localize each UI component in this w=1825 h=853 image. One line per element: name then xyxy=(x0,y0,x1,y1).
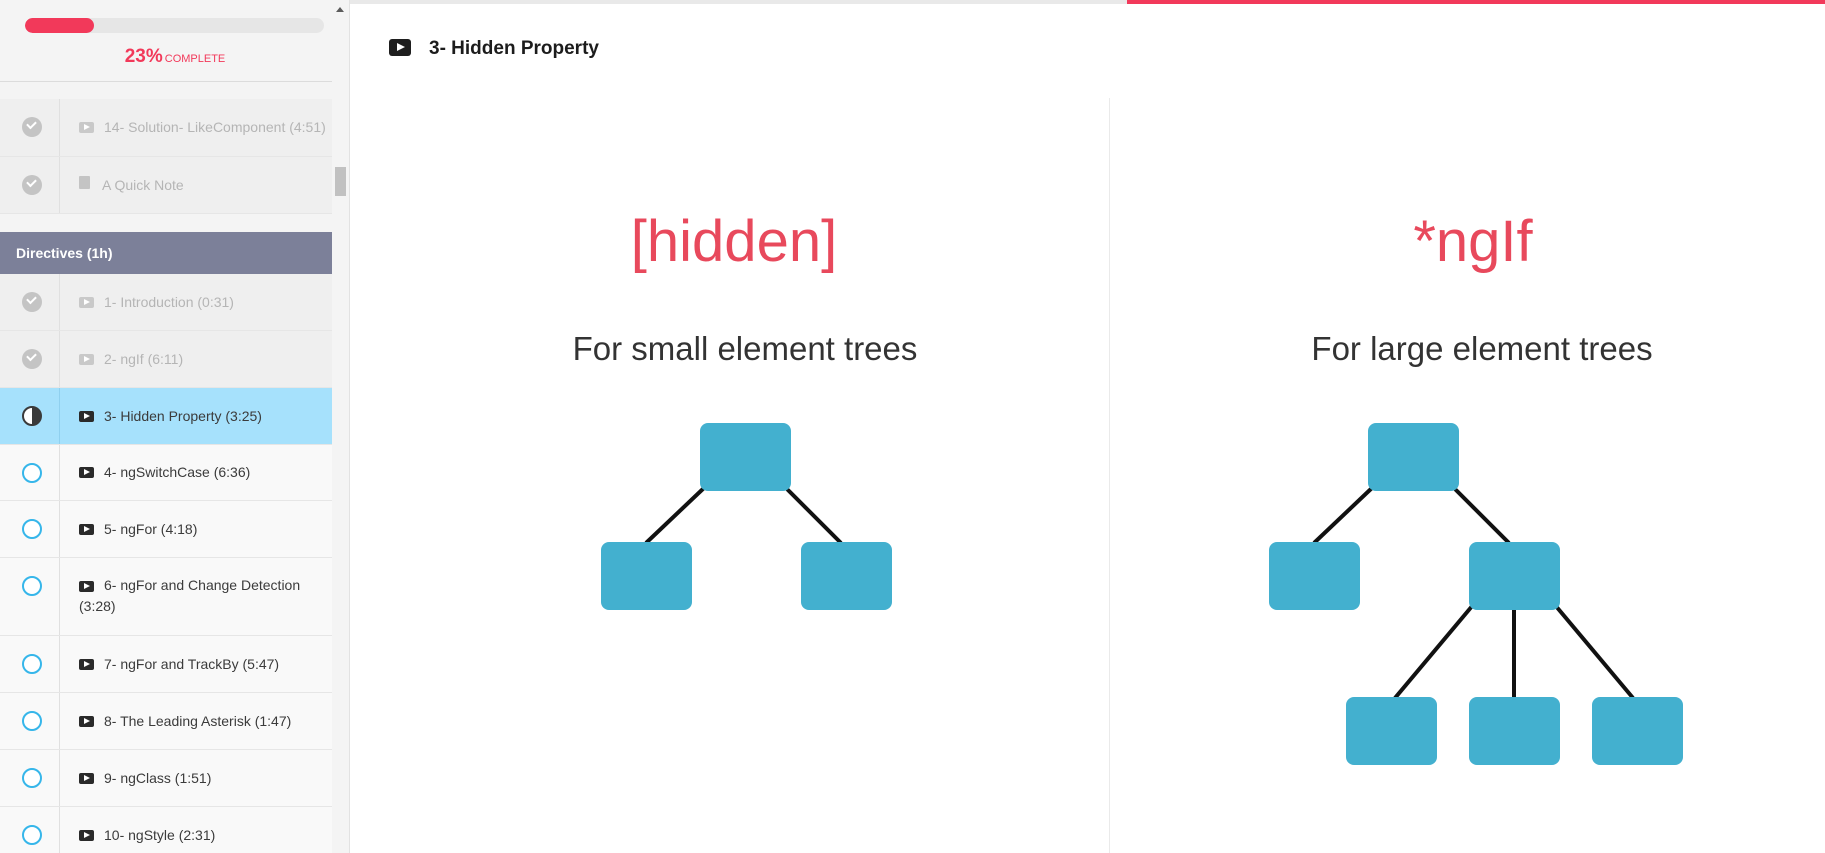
lecture-viewer: 3- Hidden Property [hidden] For small el… xyxy=(350,0,1825,853)
lecture-title: 3- Hidden Property (3:25) xyxy=(104,408,262,424)
scrollbar-thumb[interactable] xyxy=(335,167,346,196)
incomplete-circle-icon[interactable] xyxy=(22,576,42,596)
tree-node xyxy=(1592,697,1683,765)
lecture-item[interactable]: 4- ngSwitchCase (6:36) xyxy=(0,445,332,501)
lecture-title: 2- ngIf (6:11) xyxy=(104,351,184,367)
completed-check-icon[interactable] xyxy=(22,292,42,312)
row-divider xyxy=(59,157,60,213)
lecture-item[interactable]: 6- ngFor and Change Detection (3:28) xyxy=(0,558,332,636)
progress-label: COMPLETE xyxy=(164,53,226,65)
completed-check-icon[interactable] xyxy=(22,117,42,137)
large-tree-diagram xyxy=(1269,423,1683,765)
lecture-item[interactable]: 10- ngStyle (2:31) xyxy=(0,807,332,853)
lecture-item[interactable]: 14- Solution- LikeComponent (4:51) xyxy=(0,99,332,157)
incomplete-circle-icon[interactable] xyxy=(22,519,42,539)
play-icon xyxy=(79,122,94,133)
row-divider xyxy=(59,501,60,557)
row-divider xyxy=(59,807,60,853)
lecture-item[interactable]: A Quick Note xyxy=(0,157,332,214)
play-icon xyxy=(79,773,94,784)
lecture-title: 1- Introduction (0:31) xyxy=(104,294,234,310)
play-icon xyxy=(79,467,94,478)
tree-edge xyxy=(1393,603,1475,700)
lecture-title: 5- ngFor (4:18) xyxy=(104,521,198,537)
tree-node xyxy=(1346,697,1437,765)
tree-node xyxy=(1269,542,1360,610)
tree-node xyxy=(1469,697,1560,765)
document-icon xyxy=(79,176,90,189)
row-divider xyxy=(59,750,60,806)
incomplete-circle-icon[interactable] xyxy=(22,711,42,731)
curriculum-list: 23% COMPLETE 14- Solution- LikeComponent … xyxy=(0,0,332,853)
lecture-item[interactable]: 1- Introduction (0:31) xyxy=(0,274,332,331)
row-divider xyxy=(59,99,60,156)
course-progress: 23% COMPLETE xyxy=(0,0,332,82)
lecture-title: A Quick Note xyxy=(102,177,184,193)
play-icon xyxy=(79,659,94,670)
lecture-title: 8- The Leading Asterisk (1:47) xyxy=(104,713,292,729)
lecture-title: 7- ngFor and TrackBy (5:47) xyxy=(104,656,280,672)
completed-check-icon[interactable] xyxy=(22,175,42,195)
tree-node xyxy=(1368,423,1459,491)
row-divider xyxy=(59,388,60,444)
lecture-title: 9- ngClass (1:51) xyxy=(104,770,212,786)
section-header[interactable]: Directives (1h) xyxy=(0,232,332,274)
row-divider xyxy=(59,331,60,387)
incomplete-circle-icon[interactable] xyxy=(22,825,42,845)
play-icon xyxy=(79,354,94,365)
lecture-title: 14- Solution- LikeComponent (4:51) xyxy=(104,119,326,135)
incomplete-circle-icon[interactable] xyxy=(22,463,42,483)
scroll-up-arrow-icon[interactable] xyxy=(336,7,344,12)
row-divider xyxy=(59,445,60,500)
play-icon xyxy=(79,524,94,535)
play-icon xyxy=(79,830,94,841)
row-divider xyxy=(59,636,60,692)
progress-text: 23% COMPLETE xyxy=(0,46,332,68)
play-icon xyxy=(79,716,94,727)
curriculum-sidebar: 23% COMPLETE 14- Solution- LikeComponent … xyxy=(0,0,350,853)
row-divider xyxy=(59,693,60,749)
tree-edge xyxy=(1553,603,1635,700)
tree-edge xyxy=(1312,485,1375,545)
progress-bar-fill xyxy=(25,18,94,33)
play-icon xyxy=(79,411,94,422)
tree-node xyxy=(1469,542,1560,610)
tree-edge xyxy=(1451,485,1511,545)
play-icon xyxy=(79,297,94,308)
row-divider xyxy=(59,558,60,635)
lecture-item[interactable]: 9- ngClass (1:51) xyxy=(0,750,332,807)
incomplete-circle-icon[interactable] xyxy=(22,768,42,788)
lecture-item[interactable]: 8- The Leading Asterisk (1:47) xyxy=(0,693,332,750)
lecture-item[interactable]: 2- ngIf (6:11) xyxy=(0,331,332,388)
progress-percent: 23% xyxy=(124,46,163,67)
lecture-title: 4- ngSwitchCase (6:36) xyxy=(104,464,251,480)
incomplete-circle-icon[interactable] xyxy=(22,654,42,674)
in-progress-icon[interactable] xyxy=(22,406,42,426)
lecture-item[interactable]: 7- ngFor and TrackBy (5:47) xyxy=(0,636,332,693)
progress-bar xyxy=(25,18,324,33)
lecture-title: 10- ngStyle (2:31) xyxy=(104,827,216,843)
lecture-item-active[interactable]: 3- Hidden Property (3:25) xyxy=(0,388,332,445)
sidebar-scrollbar[interactable] xyxy=(332,0,349,853)
row-divider xyxy=(59,274,60,330)
lecture-title: 6- ngFor and Change Detection (3:28) xyxy=(79,577,301,614)
lecture-item[interactable]: 5- ngFor (4:18) xyxy=(0,501,332,558)
completed-check-icon[interactable] xyxy=(22,349,42,369)
